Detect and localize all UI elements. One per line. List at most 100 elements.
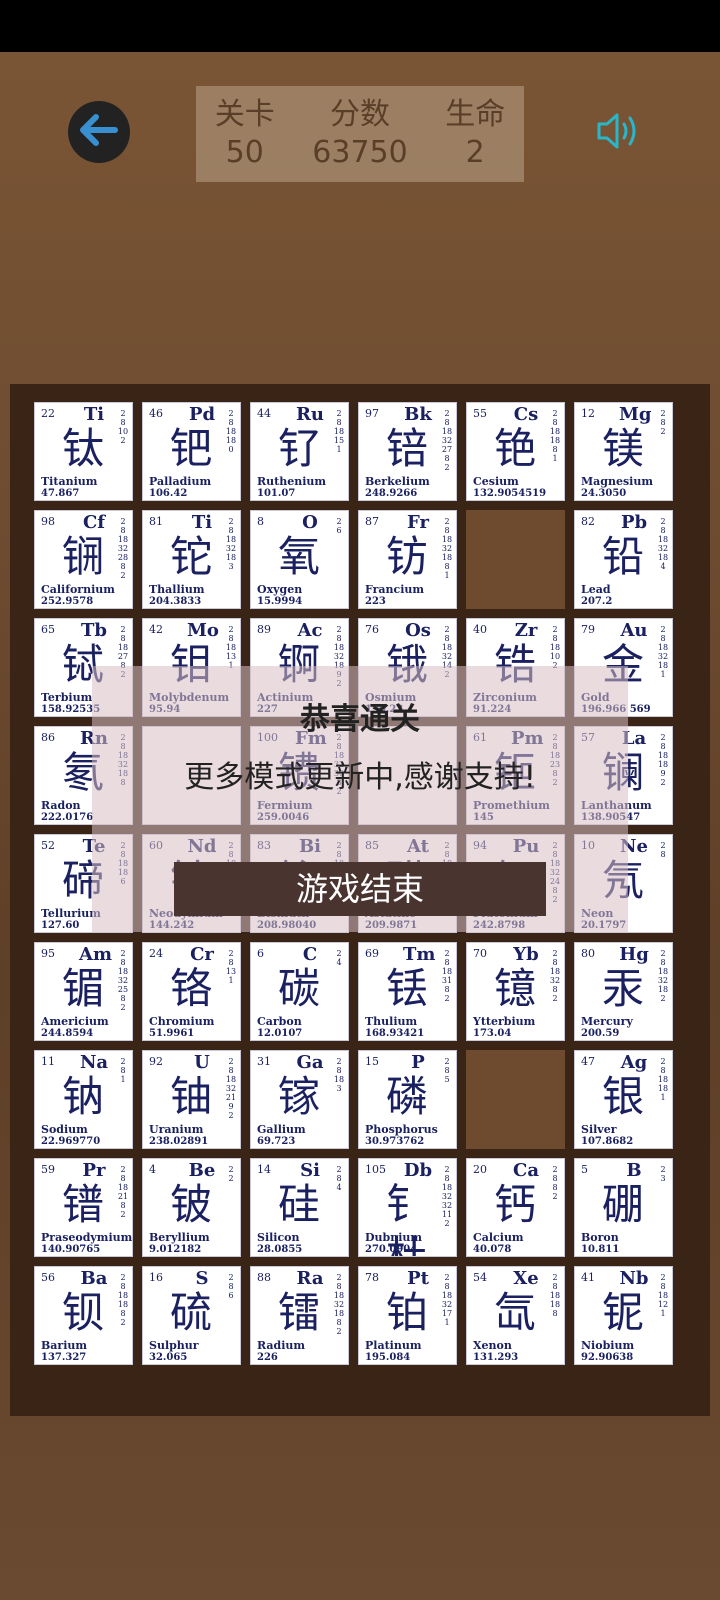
chinese-name: 铅 [601,532,644,581]
element-tile[interactable]: 4 Be 铍 Beryllium 9.012182 2 2 [142,1158,241,1257]
element-tile[interactable]: 14 Si 硅 Silicon 28.0855 2 8 4 [250,1158,349,1257]
shell-count: 18 [657,985,669,994]
atomic-mass: 132.9054519 [473,488,547,499]
speaker-icon [595,111,645,155]
back-button[interactable] [68,101,130,163]
atomic-mass: 106.42 [149,488,188,499]
shell-count: 2 [120,625,126,634]
element-tile[interactable]: 47 Ag 银 Silver 107.8682 2 8 18 18 1 [574,1050,673,1149]
sound-button[interactable] [592,110,648,156]
shell-count: 10 [549,652,561,661]
atomic-mass: 101.07 [257,488,296,499]
shell-count: 8 [552,445,558,454]
element-tile[interactable]: 16 S 硫 Sulphur 32.065 2 8 6 [142,1266,241,1365]
element-tile[interactable]: 69 Tm 铥 Thulium 168.93421 2 8 18 31 8 2 [358,942,457,1041]
hud-panel: 关卡 50 分数 63750 生命 2 [196,86,524,182]
element-tile[interactable]: 44 Ru 钌 Ruthenium 101.07 2 8 18 15 1 [250,402,349,501]
element-tile[interactable]: 11 Na 钠 Sodium 22.969770 2 8 1 [34,1050,133,1149]
element-tile[interactable]: 54 Xe 氙 Xenon 131.293 2 8 18 18 8 [466,1266,565,1365]
element-tile[interactable]: 81 Ti 铊 Thallium 204.3833 2 8 18 32 18 3 [142,510,241,609]
element-tile[interactable]: 92 U 铀 Uranium 238.02891 2 8 18 32 21 9 2 [142,1050,241,1149]
element-tile[interactable]: 15 P 磷 Phosphorus 30.973762 2 8 5 [358,1050,457,1149]
shell-count: 2 [444,949,450,958]
shell-count: 11 [441,1210,453,1219]
element-symbol: Na [79,1052,109,1073]
chinese-name: 铯 [493,424,536,473]
english-name: Californium [41,583,115,596]
element-tile[interactable]: 88 Ra 镭 Radium 226 2 8 18 32 18 8 2 [250,1266,349,1365]
shell-count: 8 [660,958,666,967]
atomic-number: 46 [149,407,163,420]
element-tile[interactable]: 78 Pt 铂 Platinum 195.084 2 8 18 32 17 1 [358,1266,457,1365]
english-name: Platinum [365,1339,422,1352]
english-name: Radon [41,799,81,812]
element-tile[interactable]: 70 Yb 镱 Ytterbium 173.04 2 8 18 32 8 2 [466,942,565,1041]
element-tile[interactable]: 55 Cs 铯 Cesium 132.9054519 2 8 18 18 8 1 [466,402,565,501]
shell-count: 9 [228,1102,234,1111]
element-tile[interactable]: 105 Db 钅杜 Dubnium 270.0904 2 8 18 32 32 11 2 [358,1158,457,1257]
element-tile[interactable]: 82 Pb 铅 Lead 207.2 2 8 18 32 18 4 [574,510,673,609]
shell-count: 8 [552,1282,558,1291]
shell-count: 2 [552,1165,558,1174]
chinese-name: 钫 [385,532,428,581]
element-tile[interactable]: 56 Ba 钡 Barium 137.327 2 8 18 18 8 2 [34,1266,133,1365]
element-tile[interactable]: 59 Pr 镨 Praseodymium 140.90765 2 8 18 21 8 2 [34,1158,133,1257]
atomic-mass: 223 [365,596,386,607]
shell-count: 8 [120,958,126,967]
shell-count: 8 [336,418,342,427]
shell-count: 2 [120,1057,126,1066]
element-symbol: Cr [190,944,214,965]
element-tile[interactable]: 6 C 碳 Carbon 12.0107 2 4 [250,942,349,1041]
atomic-number: 70 [473,947,487,960]
chinese-name: 镓 [277,1072,320,1121]
electron-shells: 26 [334,517,344,535]
shell-count: 18 [657,535,669,544]
element-tile[interactable]: 20 Ca 钙 Calcium 40.078 2 8 8 2 [466,1158,565,1257]
element-tile[interactable]: 98 Cf 锎 Californium 252.9578 2 8 18 32 28 8 2 [34,510,133,609]
element-tile[interactable]: 12 Mg 镁 Magnesium 24.3050 2 8 2 [574,402,673,501]
shell-count: 2 [444,1165,450,1174]
element-tile[interactable]: 22 Ti 钛 Titanium 47.867 2 8 10 2 [34,402,133,501]
shell-count: 2 [444,1273,450,1282]
shell-count: 2 [228,1273,234,1282]
element-tile[interactable]: 95 Am 镅 Americium 244.8594 2 8 18 32 25 8 2 [34,942,133,1041]
atomic-mass: 30.973762 [365,1136,425,1147]
element-tile[interactable]: 24 Cr 铬 Chromium 51.9961 2 8 13 1 [142,942,241,1041]
game-over-button[interactable]: 游戏结束 [174,862,546,916]
element-tile[interactable]: 87 Fr 钫 Francium 223 2 8 18 32 18 8 1 [358,510,457,609]
shell-count: 2 [120,1318,126,1327]
element-tile[interactable]: 8 O 氧 Oxygen 15.9994 2 6 [250,510,349,609]
shell-count: 8 [228,634,234,643]
atomic-mass: 252.9578 [41,596,94,607]
element-tile[interactable]: 5 B 硼 Boron 10.811 2 3 [574,1158,673,1257]
atomic-number: 65 [41,623,55,636]
atomic-mass: 244.8594 [41,1028,94,1039]
atomic-number: 4 [149,1163,156,1176]
atomic-mass: 137.327 [41,1352,87,1363]
element-tile[interactable]: 80 Hg 汞 Mercury 200.59 2 8 18 32 18 2 [574,942,673,1041]
element-symbol: Pr [82,1160,106,1181]
chinese-name: 镨 [61,1180,104,1229]
electron-shells: 2 8 18 32 21 9 2 [226,1057,236,1120]
english-name: Titanium [41,475,98,488]
shell-count: 8 [120,418,126,427]
element-tile[interactable]: 41 Nb 铌 Niobium 92.90638 2 8 18 12 1 [574,1266,673,1365]
electron-shells: 2 8 10 2 [118,409,128,445]
chinese-name: 硅 [277,1180,320,1229]
english-name: Gallium [257,1123,306,1136]
atomic-number: 87 [365,515,379,528]
element-symbol: Cs [513,404,539,425]
shell-count: 32 [333,652,345,661]
english-name: Boron [581,1231,619,1244]
hud-level: 关卡 50 [215,96,275,172]
atomic-number: 105 [365,1163,386,1176]
element-tile[interactable]: 97 Bk 锫 Berkelium 248.9266 2 8 18 32 27 8 2 [358,402,457,501]
atomic-mass: 10.811 [581,1244,620,1255]
electron-shells: 2818102 [550,625,560,670]
atomic-number: 8 [257,515,264,528]
shell-count: 2 [228,1111,234,1120]
shell-count: 32 [549,976,561,985]
shell-count: 2 [336,1327,342,1336]
element-tile[interactable]: 31 Ga 镓 Gallium 69.723 2 8 18 3 [250,1050,349,1149]
element-tile[interactable]: 46 Pd 钯 Palladium 106.42 2 8 18 18 0 [142,402,241,501]
